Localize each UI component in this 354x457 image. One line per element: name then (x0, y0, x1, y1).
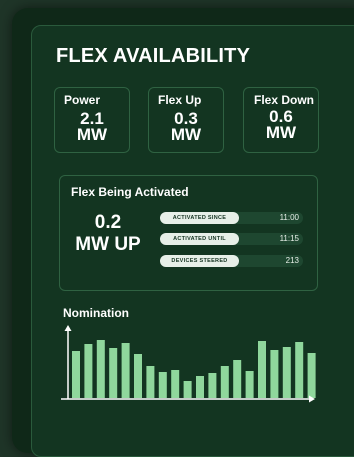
nomination-chart (61, 325, 316, 403)
y-axis-arrow (64, 325, 72, 331)
nomination-bar (258, 341, 266, 398)
nomination-bar (109, 348, 118, 398)
nomination-bar (270, 350, 279, 398)
nomination-bar (208, 373, 217, 398)
nomination-bar (134, 354, 142, 398)
nomination-bar (121, 343, 130, 398)
nomination-bar (220, 366, 229, 398)
nomination-bar (84, 344, 93, 398)
nomination-bar (183, 381, 192, 398)
nomination-bar (96, 340, 105, 398)
nomination-bar (307, 353, 316, 398)
nomination-bar (245, 371, 254, 398)
nomination-bar (295, 342, 304, 398)
nomination-bar (196, 376, 204, 398)
nomination-bar (233, 360, 242, 398)
nomination-bar (72, 351, 80, 398)
nomination-bar (171, 370, 180, 398)
nomination-bar (146, 366, 155, 398)
nomination-bar (282, 347, 291, 398)
nomination-bar (158, 372, 167, 398)
